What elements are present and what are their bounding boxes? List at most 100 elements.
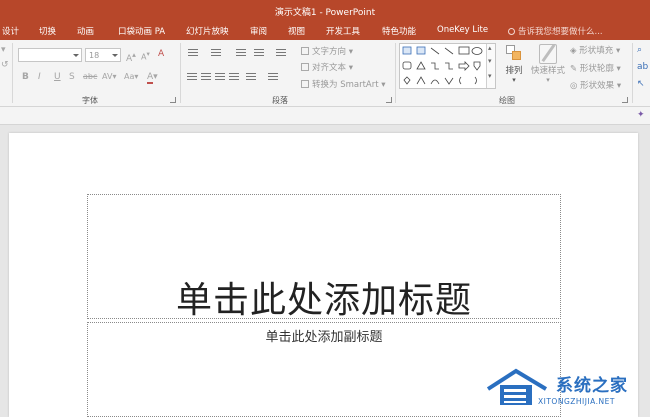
numbering-icon[interactable] (211, 49, 221, 58)
increase-indent-icon[interactable] (254, 49, 264, 58)
drawing-dialog-launcher-icon[interactable] (622, 97, 628, 103)
font-size-value: 18 (89, 51, 100, 60)
reset-icon[interactable]: ↺ (1, 60, 9, 70)
tab-onekey-lite[interactable]: OneKey Lite (437, 25, 488, 35)
bullets-icon[interactable] (188, 49, 198, 58)
justify-icon[interactable] (229, 73, 239, 82)
pen-icon: ✎ (570, 64, 580, 74)
chevron-down-icon (112, 54, 118, 57)
gallery-down-icon[interactable]: ▾ (488, 57, 492, 65)
gallery-up-icon[interactable]: ▴ (488, 44, 492, 52)
font-color-icon: A (147, 72, 154, 84)
underline-button[interactable]: U (54, 72, 61, 82)
tab-features[interactable]: 特色功能 (382, 25, 416, 37)
watermark-logo: 系统之家 XITONGZHIJIA.NET (486, 363, 646, 411)
font-name-box[interactable] (18, 48, 82, 62)
quick-styles-icon (539, 43, 557, 64)
align-right-icon[interactable] (215, 73, 225, 82)
find-icon[interactable]: ⌕ (637, 45, 642, 55)
select-icon[interactable]: ↖ (637, 79, 645, 89)
watermark-url: XITONGZHIJIA.NET (538, 397, 615, 406)
drawing-group-label: 绘图 (499, 96, 515, 105)
clear-format-button[interactable]: A (158, 49, 164, 59)
shapes-gallery-icons (402, 46, 483, 85)
smartart-icon (301, 80, 309, 88)
decrease-indent-icon[interactable] (236, 49, 246, 58)
gallery-scrollbar[interactable]: ▴ ▾ ▾ (486, 44, 495, 88)
align-text-label: 对齐文本 (312, 63, 347, 73)
font-color-button[interactable]: A▾ (147, 72, 158, 84)
tab-transitions[interactable]: 切换 (39, 25, 56, 37)
italic-icon: I (38, 72, 41, 82)
char-spacing-button[interactable]: AV▾ (102, 72, 116, 81)
shrink-font-button[interactable]: A▾ (141, 50, 150, 62)
columns-icon[interactable] (268, 73, 278, 82)
line-spacing-icon[interactable] (276, 49, 286, 58)
convert-smartart-label: 转换为 SmartArt (312, 80, 379, 90)
subtitle-placeholder-text: 单击此处添加副标题 (265, 330, 383, 345)
font-size-box[interactable]: 18 (85, 48, 121, 62)
paint-bucket-icon: ◈ (570, 46, 580, 56)
align-text-button[interactable]: 对齐文本 ▾ (301, 61, 353, 73)
text-direction-icon (301, 47, 309, 55)
chevron-down-icon[interactable]: ▾ (1, 45, 6, 55)
quick-styles-label: 快速样式 (530, 66, 565, 76)
tab-review[interactable]: 审阅 (250, 25, 267, 37)
shape-outline-label: 形状轮廓 (579, 64, 614, 74)
shape-effects-label: 形状效果 (580, 81, 615, 91)
font-dialog-launcher-icon[interactable] (170, 97, 176, 103)
italic-button[interactable]: I (38, 72, 41, 82)
shape-outline-button[interactable]: ✎ 形状轮廓 ▾ (570, 62, 621, 74)
paragraph-dialog-launcher-icon[interactable] (386, 97, 392, 103)
change-case-icon: Aa (124, 72, 135, 81)
tell-me-placeholder: 告诉我您想要做什么... (518, 27, 603, 37)
tab-slideshow[interactable]: 幻灯片放映 (186, 25, 229, 37)
convert-smartart-button[interactable]: 转换为 SmartArt ▾ (301, 78, 386, 90)
settings-icon[interactable]: ✦ (637, 110, 645, 120)
quick-styles-button[interactable]: 快速样式 ▾ (530, 43, 566, 84)
strikethrough-button[interactable]: abc (83, 72, 97, 81)
tab-developer[interactable]: 开发工具 (326, 25, 360, 37)
gallery-more-icon[interactable]: ▾ (488, 72, 492, 80)
align-center-icon[interactable] (201, 73, 211, 82)
tab-animations[interactable]: 动画 (77, 25, 94, 37)
shapes-gallery[interactable] (399, 43, 496, 89)
clear-format-icon: A (158, 49, 165, 59)
tell-me-box[interactable]: 告诉我您想要做什么... (508, 25, 603, 37)
shape-fill-button[interactable]: ◈ 形状填充 ▾ (570, 44, 620, 56)
char-spacing-icon: AV (102, 72, 113, 81)
text-shadow-button[interactable]: S (69, 72, 75, 82)
paragraph-group-label: 段落 (272, 96, 288, 105)
title-placeholder[interactable]: 单击此处添加标题 (87, 194, 561, 321)
tab-pocket-animation[interactable]: 口袋动画 PA (118, 25, 165, 37)
effects-icon: ◎ (570, 81, 581, 91)
group-separator (395, 43, 396, 103)
text-direction-button[interactable]: 文字方向 ▾ (301, 45, 353, 57)
title-bar: 演示文稿1 - PowerPoint (0, 0, 650, 20)
ribbon-tabs: 设计 切换 动画 口袋动画 PA 幻灯片放映 审阅 视图 开发工具 特色功能 O… (0, 20, 650, 40)
grow-font-button[interactable]: A▴ (126, 50, 136, 64)
group-separator (632, 43, 633, 103)
lightbulb-icon (508, 28, 515, 35)
shape-effects-button[interactable]: ◎ 形状效果 ▾ (570, 79, 621, 91)
replace-icon[interactable]: ab (637, 62, 648, 72)
align-left-icon[interactable] (187, 73, 197, 82)
arrange-label: 排列 (505, 66, 523, 76)
text-shadow-icon: S (69, 72, 75, 82)
tab-design[interactable]: 设计 (2, 25, 19, 37)
watermark-name: 系统之家 (556, 376, 628, 396)
distribute-icon[interactable] (246, 73, 256, 82)
ribbon-footer-strip: ✦ (0, 107, 650, 125)
underline-icon: U (54, 72, 61, 82)
group-separator (12, 43, 13, 103)
change-case-button[interactable]: Aa▾ (124, 72, 138, 81)
bold-button[interactable]: B (22, 72, 29, 82)
chevron-down-icon (73, 54, 79, 57)
tab-view[interactable]: 视图 (288, 25, 305, 37)
arrange-button[interactable]: 排列 ▾ (503, 44, 525, 84)
group-separator (180, 43, 181, 103)
window-title: 演示文稿1 - PowerPoint (274, 8, 376, 18)
shape-fill-label: 形状填充 (579, 46, 614, 56)
align-text-icon (301, 63, 309, 71)
font-group-label: 字体 (82, 96, 98, 105)
